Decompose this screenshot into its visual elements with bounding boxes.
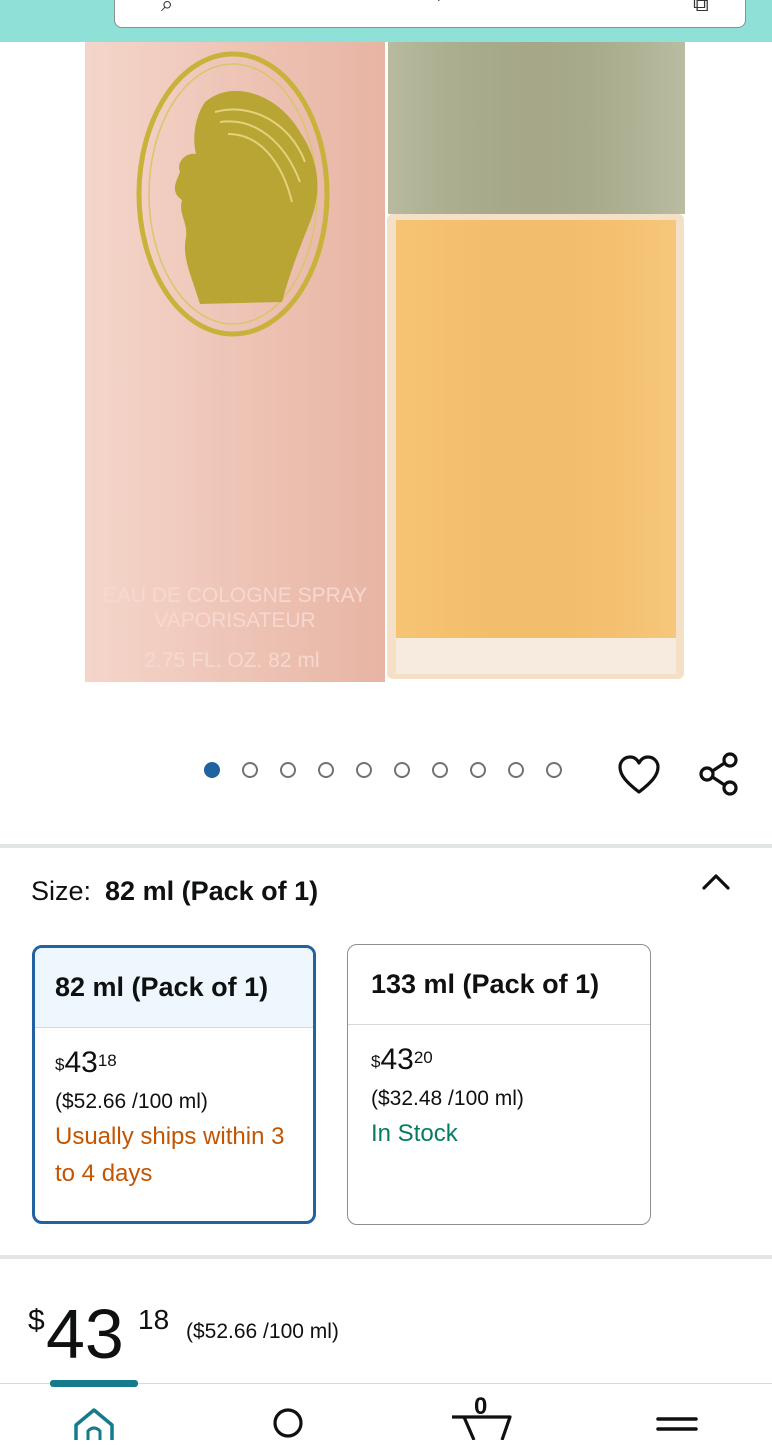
price-per-unit: ($52.66 /100 ml) [186,1320,339,1343]
currency-symbol: $ [371,1052,381,1071]
price-fraction: 18 [97,1051,117,1070]
share-icon [699,752,738,796]
carousel-dot[interactable] [546,762,562,778]
search-icon: ⌕ [161,0,174,16]
size-option-82ml[interactable]: 82 ml (Pack of 1) $4318 ($52.66 /100 ml)… [32,945,316,1224]
box-text-line-1: EAU DE COLOGNE SPRAY [103,584,368,607]
account-icon [273,1408,303,1438]
size-option-133ml[interactable]: 133 ml (Pack of 1) $4320 ($32.48 /100 ml… [347,944,651,1225]
price-whole: 43 [380,1043,414,1076]
price-fraction: 18 [138,1304,170,1335]
nav-home[interactable] [54,1395,134,1440]
unit-price: ($32.48 /100 ml) [371,1087,524,1110]
price-currency: $ [28,1304,45,1337]
nav-account[interactable] [248,1395,328,1440]
active-tab-indicator [50,1380,138,1387]
section-divider [0,1255,772,1259]
price-fraction: 20 [413,1048,433,1067]
carousel-dot[interactable] [470,762,486,778]
heart-icon [618,755,660,794]
availability-text: Usually ships within 3 to 4 days [55,1123,285,1187]
size-option-price: $4318 [55,1046,293,1080]
search-cursor-icon: | [437,0,441,1]
nav-menu[interactable] [636,1395,716,1440]
cart-count: 0 [474,1393,488,1420]
price-whole: 43 [64,1046,98,1079]
collapse-button[interactable] [700,868,732,898]
product-image[interactable]: EAU DE COLOGNE SPRAY VAPORISATEUR 2.75 F… [0,42,772,712]
share-button[interactable] [696,750,744,798]
section-divider [0,844,772,848]
chevron-up-icon [702,874,730,890]
carousel-dot[interactable] [356,762,372,778]
carousel-dot[interactable] [394,762,410,778]
box-text-line-3: 2.75 FL. OZ. 82 ml [144,649,319,672]
nav-cart[interactable]: 0 [444,1393,524,1441]
carousel-dot[interactable] [280,762,296,778]
carousel-dot[interactable] [204,762,220,778]
search-bar[interactable]: ⌕ | ⧉ [114,0,746,28]
size-option-title: 133 ml (Pack of 1) [348,945,650,1025]
menu-icon [656,1417,698,1431]
size-label: Size: 82 ml (Pack of 1) [31,876,318,907]
size-option-title: 82 ml (Pack of 1) [35,948,313,1028]
currency-symbol: $ [55,1055,65,1074]
home-icon [74,1408,114,1440]
scan-icon[interactable]: ⧉ [693,0,709,17]
box-text-line-2: VAPORISATEUR [154,609,315,632]
carousel-dot[interactable] [508,762,524,778]
size-label-key: Size: [31,876,92,906]
price-whole: 43 [46,1295,124,1373]
availability-text: In Stock [371,1120,458,1147]
carousel-dot[interactable] [318,762,334,778]
size-option-price: $4320 [371,1043,630,1077]
carousel-dot[interactable] [242,762,258,778]
wishlist-button[interactable] [616,754,662,798]
carousel-dot[interactable] [432,762,448,778]
size-selected-value: 82 ml (Pack of 1) [105,876,319,906]
unit-price: ($52.66 /100 ml) [55,1090,208,1113]
